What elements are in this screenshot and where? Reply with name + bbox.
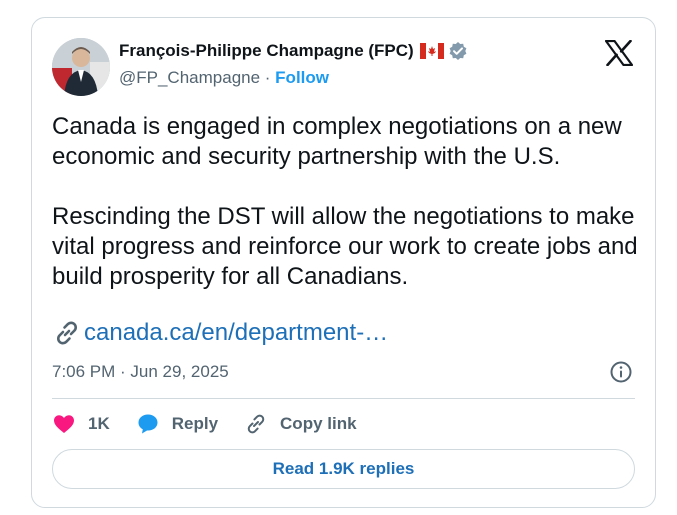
- tweet-link[interactable]: canada.ca/en/department-…: [52, 318, 388, 348]
- reply-label: Reply: [171, 414, 219, 433]
- author-block: François-Philippe Champagne (FPC) @FP_Ch…: [119, 40, 468, 88]
- avatar[interactable]: [52, 38, 110, 96]
- author-handle[interactable]: @FP_Champagne: [119, 68, 260, 87]
- link-icon: [247, 414, 265, 434]
- tweet-paragraph: Rescinding the DST will allow the negoti…: [52, 203, 638, 290]
- tweet-text: Canada is engaged in complex negotiation…: [52, 112, 642, 292]
- read-replies-button[interactable]: Read 1.9K replies: [52, 449, 635, 489]
- profile-photo: [52, 38, 110, 96]
- copy-link-label: Copy link: [280, 414, 357, 433]
- verified-badge-icon: [448, 41, 468, 61]
- x-logo-icon[interactable]: [604, 39, 634, 67]
- name-row: François-Philippe Champagne (FPC): [119, 40, 468, 62]
- link-text[interactable]: canada.ca/en/department-…: [84, 319, 388, 347]
- heart-icon: [54, 415, 74, 433]
- copy-link-button[interactable]: Copy link: [244, 412, 357, 436]
- link-icon: [57, 321, 77, 345]
- handle-row: @FP_Champagne · Follow: [119, 68, 468, 88]
- speech-bubble-icon: [138, 414, 158, 434]
- canada-flag-icon: [419, 43, 444, 59]
- author-name[interactable]: François-Philippe Champagne (FPC): [119, 41, 414, 61]
- like-count: 1K: [88, 414, 110, 433]
- tweet-paragraph: Canada is engaged in complex negotiation…: [52, 113, 622, 170]
- info-icon[interactable]: [609, 360, 633, 384]
- reply-button[interactable]: Reply: [136, 412, 218, 436]
- tweet-timestamp[interactable]: 7:06 PM · Jun 29, 2025: [52, 362, 229, 382]
- tweet-card: François-Philippe Champagne (FPC) @FP_Ch…: [31, 17, 656, 508]
- action-bar: 1K Reply Copy link: [52, 410, 383, 438]
- handle-separator: ·: [260, 68, 276, 87]
- follow-button[interactable]: Follow: [275, 68, 329, 87]
- like-button[interactable]: 1K: [52, 412, 110, 436]
- divider: [52, 398, 635, 399]
